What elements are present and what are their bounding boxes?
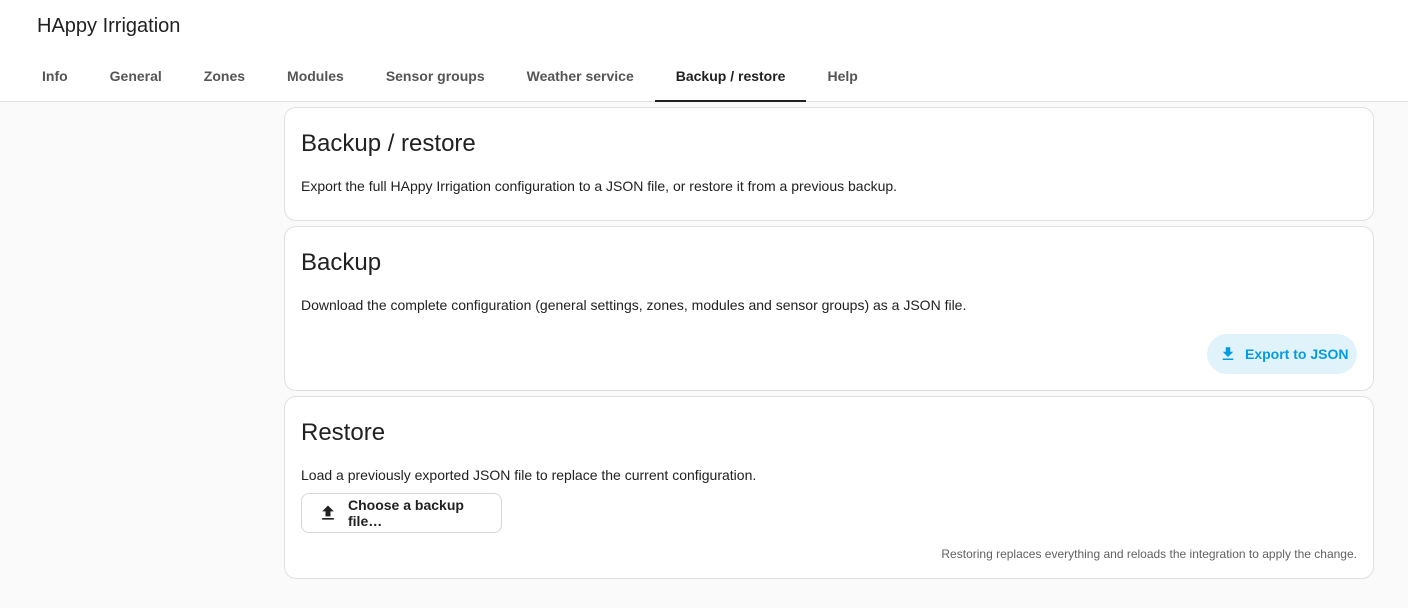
download-icon <box>1219 345 1237 363</box>
restore-description: Load a previously exported JSON file to … <box>301 467 757 483</box>
tab-weather-service[interactable]: Weather service <box>506 52 655 102</box>
tab-zones[interactable]: Zones <box>183 52 266 102</box>
tab-info[interactable]: Info <box>21 52 89 102</box>
intro-title: Backup / restore <box>301 130 476 157</box>
tab-help[interactable]: Help <box>806 52 878 102</box>
upload-icon <box>318 503 338 523</box>
choose-backup-file-button[interactable]: Choose a backup file… <box>301 493 502 533</box>
tab-modules[interactable]: Modules <box>266 52 365 102</box>
tab-sensor-groups[interactable]: Sensor groups <box>365 52 506 102</box>
tab-backup-restore[interactable]: Backup / restore <box>654 52 807 102</box>
tab-bar: Info General Zones Modules Sensor groups… <box>21 52 879 102</box>
intro-description: Export the full HAppy Irrigation configu… <box>301 178 898 194</box>
restore-title: Restore <box>301 419 386 446</box>
restore-note: Restoring replaces everything and reload… <box>941 547 1357 561</box>
tab-general[interactable]: General <box>89 52 183 102</box>
export-button-label: Export to JSON <box>1245 346 1349 362</box>
app-header: HAppy Irrigation Info General Zones Modu… <box>0 0 1408 102</box>
choose-button-label: Choose a backup file… <box>348 497 464 529</box>
restore-card: Restore Load a previously exported JSON … <box>284 396 1374 579</box>
backup-title: Backup <box>301 249 382 276</box>
backup-card: Backup Download the complete configurati… <box>284 226 1374 391</box>
backup-description: Download the complete configuration (gen… <box>301 297 967 313</box>
intro-card: Backup / restore Export the full HAppy I… <box>284 107 1374 221</box>
app-title: HAppy Irrigation <box>37 15 181 37</box>
export-to-json-button[interactable]: Export to JSON <box>1207 334 1357 374</box>
